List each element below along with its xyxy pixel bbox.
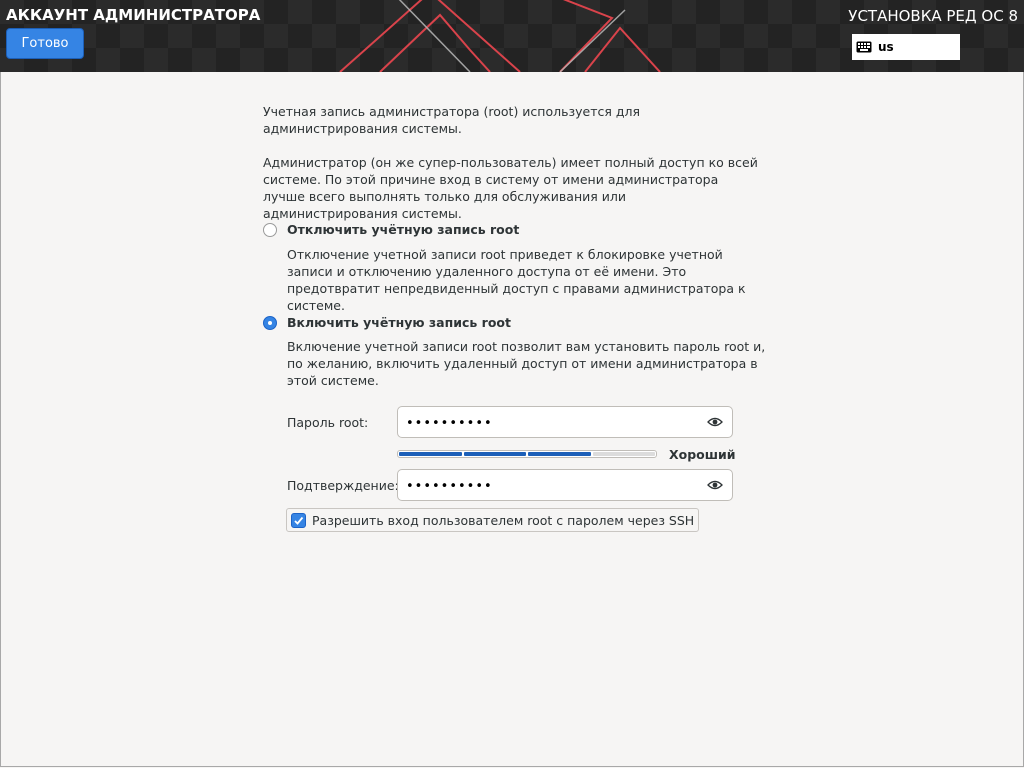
eye-icon[interactable] bbox=[707, 479, 723, 491]
checkbox-checked[interactable] bbox=[291, 512, 306, 528]
enable-root-label: Включить учётную запись root bbox=[287, 315, 511, 330]
disable-root-radio[interactable]: Отключить учётную запись root bbox=[263, 222, 519, 237]
password-strength-label: Хороший bbox=[669, 447, 736, 462]
confirm-password-label: Подтверждение: bbox=[287, 478, 399, 493]
password-strength-bar bbox=[397, 450, 657, 458]
root-password-label: Пароль root: bbox=[287, 415, 369, 430]
allow-ssh-root-checkbox[interactable]: Разрешить вход пользователем root с паро… bbox=[286, 508, 700, 532]
product-title: УСТАНОВКА РЕД ОС 8 bbox=[848, 7, 1018, 25]
strength-segment bbox=[463, 452, 526, 456]
allow-ssh-root-label: Разрешить вход пользователем root с паро… bbox=[312, 512, 695, 528]
disable-root-label: Отключить учётную запись root bbox=[287, 222, 520, 237]
intro-paragraph-1: Учетная запись администратора (root) исп… bbox=[263, 104, 641, 136]
header-bar: АККАУНТ АДМИНИСТРАТОРА Готово УСТАНОВКА … bbox=[0, 0, 1024, 72]
disable-root-description: Отключение учетной записи root приведет … bbox=[287, 247, 746, 313]
enable-root-description: Включение учетной записи root позволит в… bbox=[287, 339, 766, 388]
enable-root-radio[interactable]: Включить учётную запись root bbox=[263, 315, 511, 330]
root-password-field[interactable] bbox=[397, 406, 733, 438]
done-button[interactable]: Готово bbox=[6, 28, 84, 59]
keyboard-layout-label: us bbox=[878, 40, 894, 54]
keyboard-icon bbox=[856, 41, 872, 53]
confirm-password-input[interactable] bbox=[404, 474, 698, 498]
confirm-password-field[interactable] bbox=[397, 469, 733, 501]
eye-icon[interactable] bbox=[707, 416, 723, 428]
keyboard-layout-indicator[interactable]: us bbox=[852, 34, 960, 60]
checkmark-icon bbox=[294, 516, 304, 525]
content-area: Учетная запись администратора (root) исп… bbox=[0, 72, 1024, 767]
radio-button-selected[interactable] bbox=[263, 315, 277, 330]
root-password-input[interactable] bbox=[404, 411, 698, 435]
intro-paragraph-2: Администратор (он же супер-пользователь)… bbox=[263, 155, 758, 221]
strength-segment bbox=[592, 452, 655, 456]
strength-segment bbox=[528, 452, 591, 456]
spoke-title: АККАУНТ АДМИНИСТРАТОРА bbox=[6, 6, 261, 24]
radio-button-unselected[interactable] bbox=[263, 222, 277, 237]
strength-segment bbox=[399, 452, 462, 456]
